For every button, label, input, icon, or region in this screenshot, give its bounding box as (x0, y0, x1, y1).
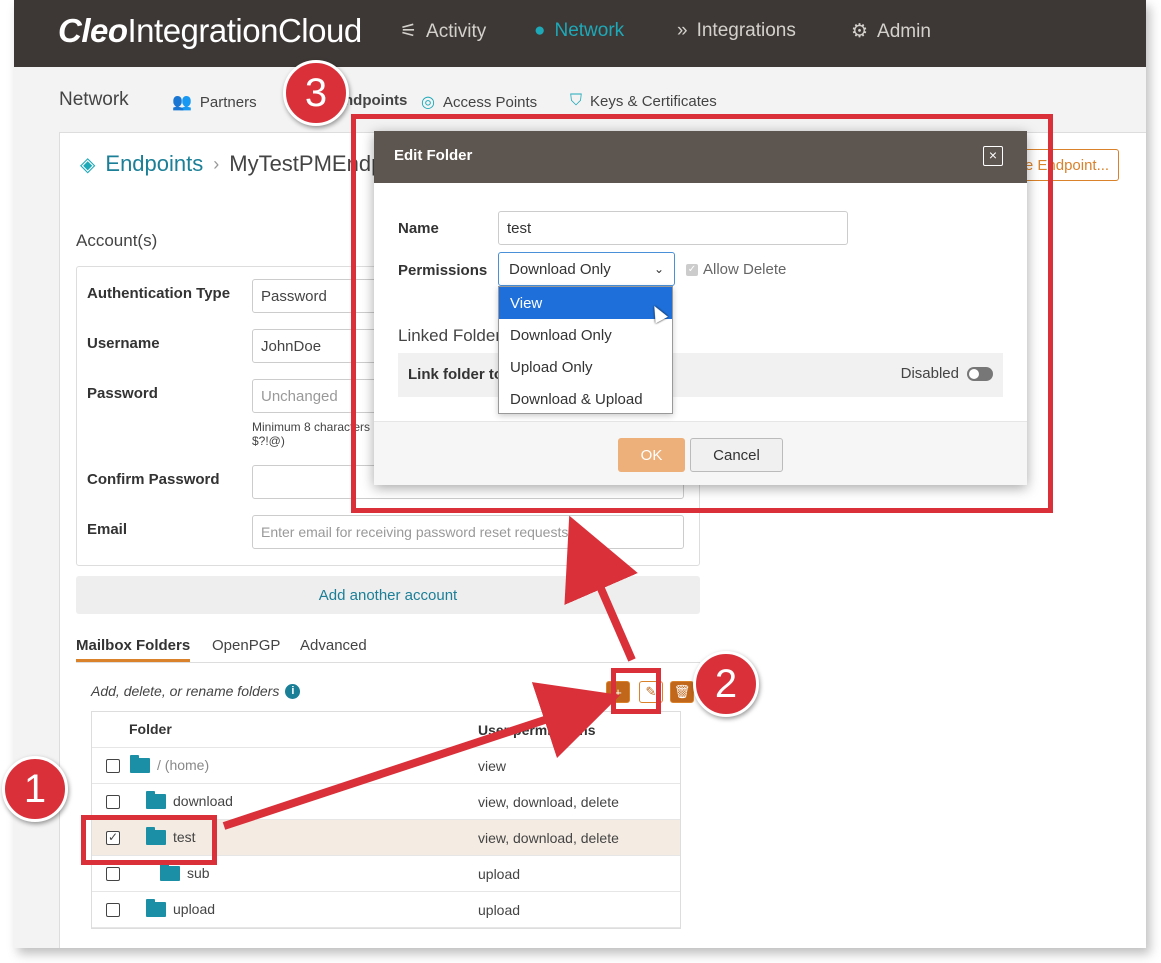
arrow-row-to-edit (222, 682, 621, 830)
callout-badge-1: 1 (2, 756, 68, 822)
arrow-edit-to-dialog (564, 515, 638, 662)
callout-badge-2: 2 (693, 651, 759, 717)
callout-arrows (222, 515, 638, 830)
callout-badge-3: 3 (283, 60, 349, 126)
